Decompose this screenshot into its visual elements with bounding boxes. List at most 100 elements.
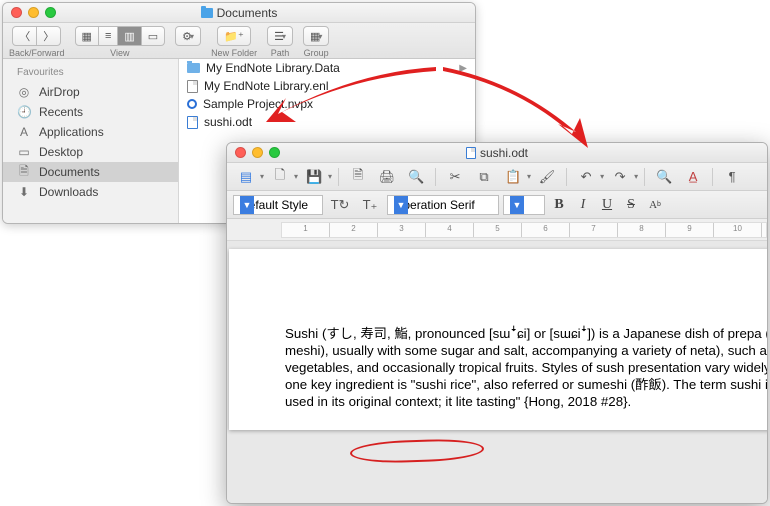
path-label: Path — [271, 48, 290, 58]
font-size-combo[interactable]: 12 ▼ — [503, 195, 545, 215]
strike-button[interactable]: S — [621, 195, 641, 215]
group-label: Group — [304, 48, 329, 58]
ruler-tick: 7 — [570, 223, 618, 237]
view-group: ▦ ≡ ▥ ▭ View — [75, 26, 166, 58]
writer-title-text: sushi.odt — [480, 146, 528, 160]
finder-title-text: Documents — [217, 6, 278, 20]
back-button[interactable]: 〈 — [12, 26, 37, 46]
document-body-text: Sushi (すし, 寿司, 鮨, pronounced [sɯꜜɕi] or … — [285, 326, 767, 409]
sidebar-item-airdrop[interactable]: ◎ AirDrop — [3, 82, 178, 102]
path-button[interactable]: ☰▾ — [267, 26, 293, 46]
chevron-right-icon: ▶ — [459, 63, 467, 74]
style-value: Default Style — [240, 198, 308, 212]
sidebar-item-recents[interactable]: 🕘 Recents — [3, 102, 178, 122]
finder-titlebar: Documents — [3, 3, 475, 23]
sidebar-item-label: Recents — [39, 105, 83, 119]
icon-view-button[interactable]: ▦ — [75, 26, 99, 46]
new-folder-button[interactable]: 📁⁺ — [217, 26, 251, 46]
print-button[interactable]: 🖨 — [374, 166, 400, 188]
sidebar-item-label: AirDrop — [39, 85, 80, 99]
sidebar-item-downloads[interactable]: ⬇Downloads — [3, 182, 178, 202]
find-button[interactable]: 🔍 — [651, 166, 677, 188]
finder-title: Documents — [3, 6, 475, 20]
list-icon: ≡ — [105, 30, 111, 42]
sidebar-item-label: Documents — [39, 165, 100, 179]
new-folder-group: 📁⁺ New Folder — [211, 26, 257, 58]
finder-toolbar: 〈 〉 Back/Forward ▦ ≡ ▥ ▭ View ⚙︎▾ 📁⁺ New… — [3, 23, 475, 59]
save-button[interactable]: 💾 — [301, 166, 327, 188]
redo-button[interactable]: ↷ — [607, 166, 633, 188]
size-value: 12 — [510, 198, 523, 212]
copy-button[interactable]: ⧉ — [471, 166, 497, 188]
export-pdf-button[interactable]: 🗎 — [345, 166, 371, 188]
new-style-button[interactable]: T₊ — [357, 194, 383, 216]
group-button[interactable]: ▦▾ — [303, 26, 329, 46]
file-item[interactable]: sushi.odt — [179, 113, 475, 131]
folder-icon — [187, 63, 200, 73]
new-folder-label: New Folder — [211, 48, 257, 58]
font-name-combo[interactable]: Liberation Serif ▼ — [387, 195, 499, 215]
action-button[interactable]: ⚙︎▾ — [175, 26, 201, 46]
file-item[interactable]: Sample Project.nvpx — [179, 95, 475, 113]
nvpx-icon — [187, 99, 197, 109]
new-doc-button[interactable]: 🗋 — [267, 166, 293, 188]
column-view-button[interactable]: ▥ — [118, 26, 141, 46]
writer-toolbar-main: ▤▾ 🗋▾ 💾▾ 🗎 🖨 🔍 ✂ ⧉ 📋▾ 🖌 ↶▾ ↷▾ 🔍 A̲ ¶ — [227, 163, 767, 191]
paste-button[interactable]: 📋 — [500, 166, 526, 188]
gallery-view-button[interactable]: ▭ — [142, 26, 165, 46]
sidebar-icon: ◎ — [17, 85, 31, 99]
superscript-button[interactable]: Ab — [645, 195, 665, 215]
file-item[interactable]: My EndNote Library.enl — [179, 77, 475, 95]
clone-format-button[interactable]: 🖌 — [534, 166, 560, 188]
file-item[interactable]: My EndNote Library.Data▶ — [179, 59, 475, 77]
view-label: View — [110, 48, 129, 58]
writer-toolbar-format: Default Style ▼ T↻ T₊ Liberation Serif ▼… — [227, 191, 767, 219]
cut-button[interactable]: ✂ — [442, 166, 468, 188]
undo-button[interactable]: ↶ — [573, 166, 599, 188]
sidebar-icon: A — [17, 125, 31, 139]
ruler-tick: 9 — [666, 223, 714, 237]
chevron-right-icon: 〉 — [43, 28, 54, 44]
sidebar-item-documents[interactable]: 🗎 Documents — [3, 162, 178, 182]
sidebar-header: Favourites — [3, 65, 178, 82]
path-group: ☰▾ Path — [267, 26, 293, 58]
forward-button[interactable]: 〉 — [37, 26, 61, 46]
sidebar-item-applications[interactable]: A Applications — [3, 122, 178, 142]
finder-sidebar: Favourites ◎ AirDrop 🕘 Recents A Applications… — [3, 59, 179, 223]
formatting-marks-button[interactable]: ¶ — [719, 166, 745, 188]
back-forward-label: Back/Forward — [9, 48, 65, 58]
file-name: Sample Project.nvpx — [203, 97, 313, 111]
action-label — [187, 48, 190, 58]
sidebar-icon: 🗎 — [17, 162, 31, 183]
writer-title: sushi.odt — [227, 146, 767, 160]
paragraph-style-combo[interactable]: Default Style ▼ — [233, 195, 323, 215]
document-page[interactable]: Sushi (すし, 寿司, 鮨, pronounced [sɯꜜɕi] or … — [229, 249, 767, 430]
ruler-tick: 11 — [762, 223, 767, 237]
underline-button[interactable]: U — [597, 195, 617, 215]
sidebar-icon: 🕘 — [17, 105, 31, 119]
file-name: sushi.odt — [204, 115, 252, 129]
sidebar-item-desktop[interactable]: ▭Desktop — [3, 142, 178, 162]
ruler-tick: 6 — [522, 223, 570, 237]
ruler-tick: 5 — [474, 223, 522, 237]
italic-button[interactable]: I — [573, 195, 593, 215]
writer-window: sushi.odt ▤▾ 🗋▾ 💾▾ 🗎 🖨 🔍 ✂ ⧉ 📋▾ 🖌 ↶▾ ↷▾ … — [226, 142, 768, 504]
gallery-icon: ▭ — [148, 30, 158, 43]
ruler[interactable]: 12345678910111213 — [227, 219, 767, 241]
ruler-tick: 4 — [426, 223, 474, 237]
sidebar-toggle-button[interactable]: ▤ — [233, 166, 259, 188]
list-view-button[interactable]: ≡ — [99, 26, 118, 46]
ruler-tick: 10 — [714, 223, 762, 237]
bold-button[interactable]: B — [549, 195, 569, 215]
spellcheck-button[interactable]: A̲ — [680, 166, 706, 188]
group-group: ▦▾ Group — [303, 26, 329, 58]
sidebar-item-label: Applications — [39, 125, 104, 139]
columns-icon: ▥ — [124, 30, 134, 43]
grid-icon: ▦ — [82, 30, 92, 43]
chevron-left-icon: 〈 — [19, 28, 30, 44]
print-preview-button[interactable]: 🔍 — [403, 166, 429, 188]
ruler-tick: 3 — [378, 223, 426, 237]
sidebar-icon: ⬇ — [17, 185, 31, 199]
odt-icon — [466, 147, 476, 159]
update-style-button[interactable]: T↻ — [327, 194, 353, 216]
